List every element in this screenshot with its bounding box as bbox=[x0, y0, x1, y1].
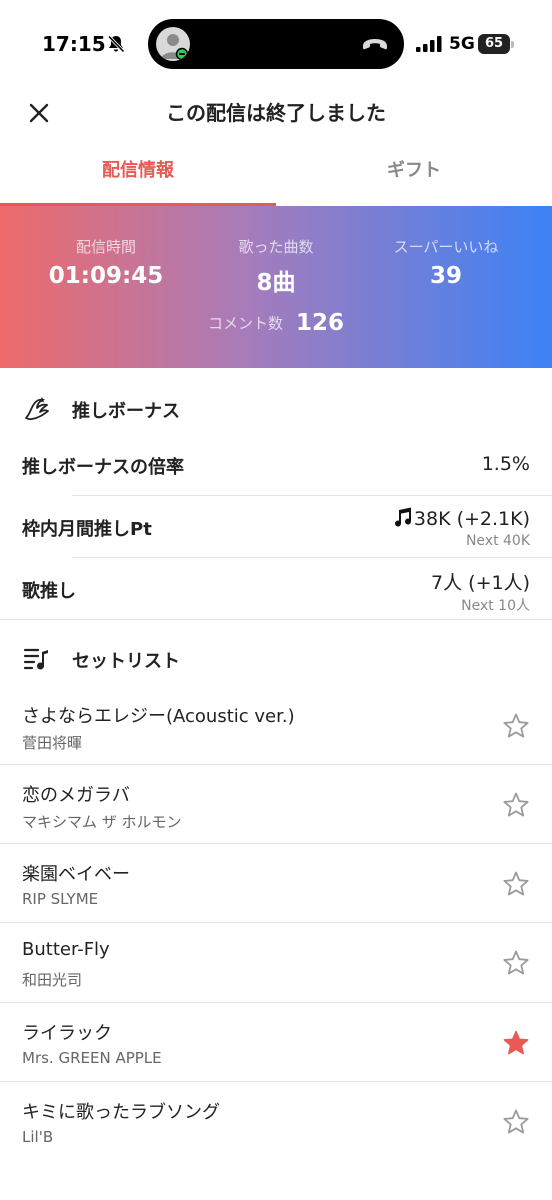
song-title: キミに歌ったラブソング bbox=[22, 1102, 220, 1123]
star-icon[interactable] bbox=[502, 712, 530, 740]
tab-bar: 配信情報 ギフト bbox=[0, 148, 552, 206]
end-call-icon[interactable] bbox=[360, 33, 390, 55]
song-artist: 和田光司 bbox=[22, 971, 83, 989]
divider bbox=[0, 619, 552, 620]
song-title: 楽園ベイベー bbox=[22, 864, 130, 885]
oshi-bonus-header: 推しボーナス bbox=[0, 372, 552, 442]
setlist-item[interactable]: 恋のメガラバ マキシマム ザ ホルモン bbox=[0, 765, 552, 845]
star-icon[interactable] bbox=[502, 1108, 530, 1136]
setlist-item[interactable]: さよならエレジー(Acoustic ver.) 菅田将暉 bbox=[0, 686, 552, 766]
setlist-item[interactable]: キミに歌ったラブソング Lil'B bbox=[0, 1082, 552, 1162]
song-title: Butter-Fly bbox=[22, 939, 110, 960]
tab-gift[interactable]: ギフト bbox=[276, 148, 552, 206]
tab-stream-info[interactable]: 配信情報 bbox=[0, 148, 276, 206]
bonus-rate-value: 1.5% bbox=[481, 453, 530, 475]
stream-stats-banner: 配信時間 01:09:45 歌った曲数 8曲 スーパーいいね 39 コメント数 … bbox=[0, 206, 552, 368]
setlist-header: セットリスト bbox=[0, 622, 552, 692]
bonus-rate-label: 推しボーナスの倍率 bbox=[22, 457, 184, 478]
star-icon[interactable] bbox=[502, 791, 530, 819]
song-artist: 菅田将暉 bbox=[22, 734, 83, 752]
status-time: 17:15 bbox=[42, 32, 106, 56]
monthly-pt-row: 枠内月間推しPt 38K (+2.1K) Next 40K bbox=[0, 496, 552, 558]
song-oshi-value: 7人 (+1人) bbox=[431, 572, 530, 594]
song-title: ライラック bbox=[22, 1023, 112, 1044]
battery-level: 65 bbox=[478, 34, 510, 54]
bonus-rate-row: 推しボーナスの倍率 1.5% bbox=[0, 434, 552, 496]
monthly-pt-value-wrap: 38K (+2.1K) bbox=[392, 506, 530, 530]
songs-label: 歌った曲数 bbox=[238, 238, 314, 256]
stat-songs: 歌った曲数 8曲 bbox=[184, 236, 368, 297]
wing-icon bbox=[25, 397, 49, 421]
duration-value: 01:09:45 bbox=[48, 263, 164, 289]
status-bar: 17:15 5G 65 bbox=[0, 0, 552, 90]
caller-avatar bbox=[156, 27, 190, 61]
setlist-title: セットリスト bbox=[72, 651, 180, 672]
stat-duration: 配信時間 01:09:45 bbox=[14, 236, 198, 289]
stat-comments: コメント数 126 bbox=[0, 310, 552, 336]
setlist-item[interactable]: Butter-Fly 和田光司 bbox=[0, 923, 552, 1003]
oshi-bonus-title: 推しボーナス bbox=[72, 401, 180, 422]
song-oshi-row: 歌推し 7人 (+1人) Next 10人 bbox=[0, 558, 552, 620]
dynamic-island[interactable] bbox=[148, 19, 404, 69]
music-list-icon bbox=[23, 648, 48, 670]
song-title: さよならエレジー(Acoustic ver.) bbox=[22, 706, 295, 727]
setlist-item[interactable]: 楽園ベイベー RIP SLYME bbox=[0, 844, 552, 924]
star-icon[interactable] bbox=[502, 1029, 530, 1057]
song-oshi-label: 歌推し bbox=[22, 581, 76, 602]
duration-label: 配信時間 bbox=[75, 238, 136, 256]
monthly-pt-label: 枠内月間推しPt bbox=[22, 519, 152, 540]
stat-super-likes: スーパーいいね 39 bbox=[354, 236, 538, 289]
star-icon[interactable] bbox=[502, 870, 530, 898]
network-type: 5G bbox=[449, 34, 475, 54]
music-note-icon bbox=[394, 507, 411, 527]
song-artist: マキシマム ザ ホルモン bbox=[22, 813, 182, 831]
song-artist: Mrs. GREEN APPLE bbox=[22, 1049, 162, 1067]
bell-muted-icon bbox=[107, 35, 125, 53]
monthly-pt-next: Next 40K bbox=[465, 533, 530, 549]
setlist-item[interactable]: ライラック Mrs. GREEN APPLE bbox=[0, 1003, 552, 1083]
cellular-signal-icon bbox=[416, 36, 442, 52]
battery-icon: 65 bbox=[478, 34, 514, 54]
comments-label: コメント数 bbox=[207, 314, 283, 333]
page-title: この配信は終了しました bbox=[166, 101, 386, 125]
song-title: 恋のメガラバ bbox=[22, 785, 130, 806]
song-oshi-next: Next 10人 bbox=[461, 598, 530, 614]
song-artist: Lil'B bbox=[22, 1128, 54, 1146]
monthly-pt-value: 38K (+2.1K) bbox=[413, 508, 530, 530]
songs-value: 8曲 bbox=[256, 270, 296, 296]
star-icon[interactable] bbox=[502, 949, 530, 977]
song-artist: RIP SLYME bbox=[22, 890, 99, 908]
likes-label: スーパーいいね bbox=[393, 238, 499, 256]
likes-value: 39 bbox=[429, 263, 462, 289]
comments-value: 126 bbox=[296, 310, 345, 336]
